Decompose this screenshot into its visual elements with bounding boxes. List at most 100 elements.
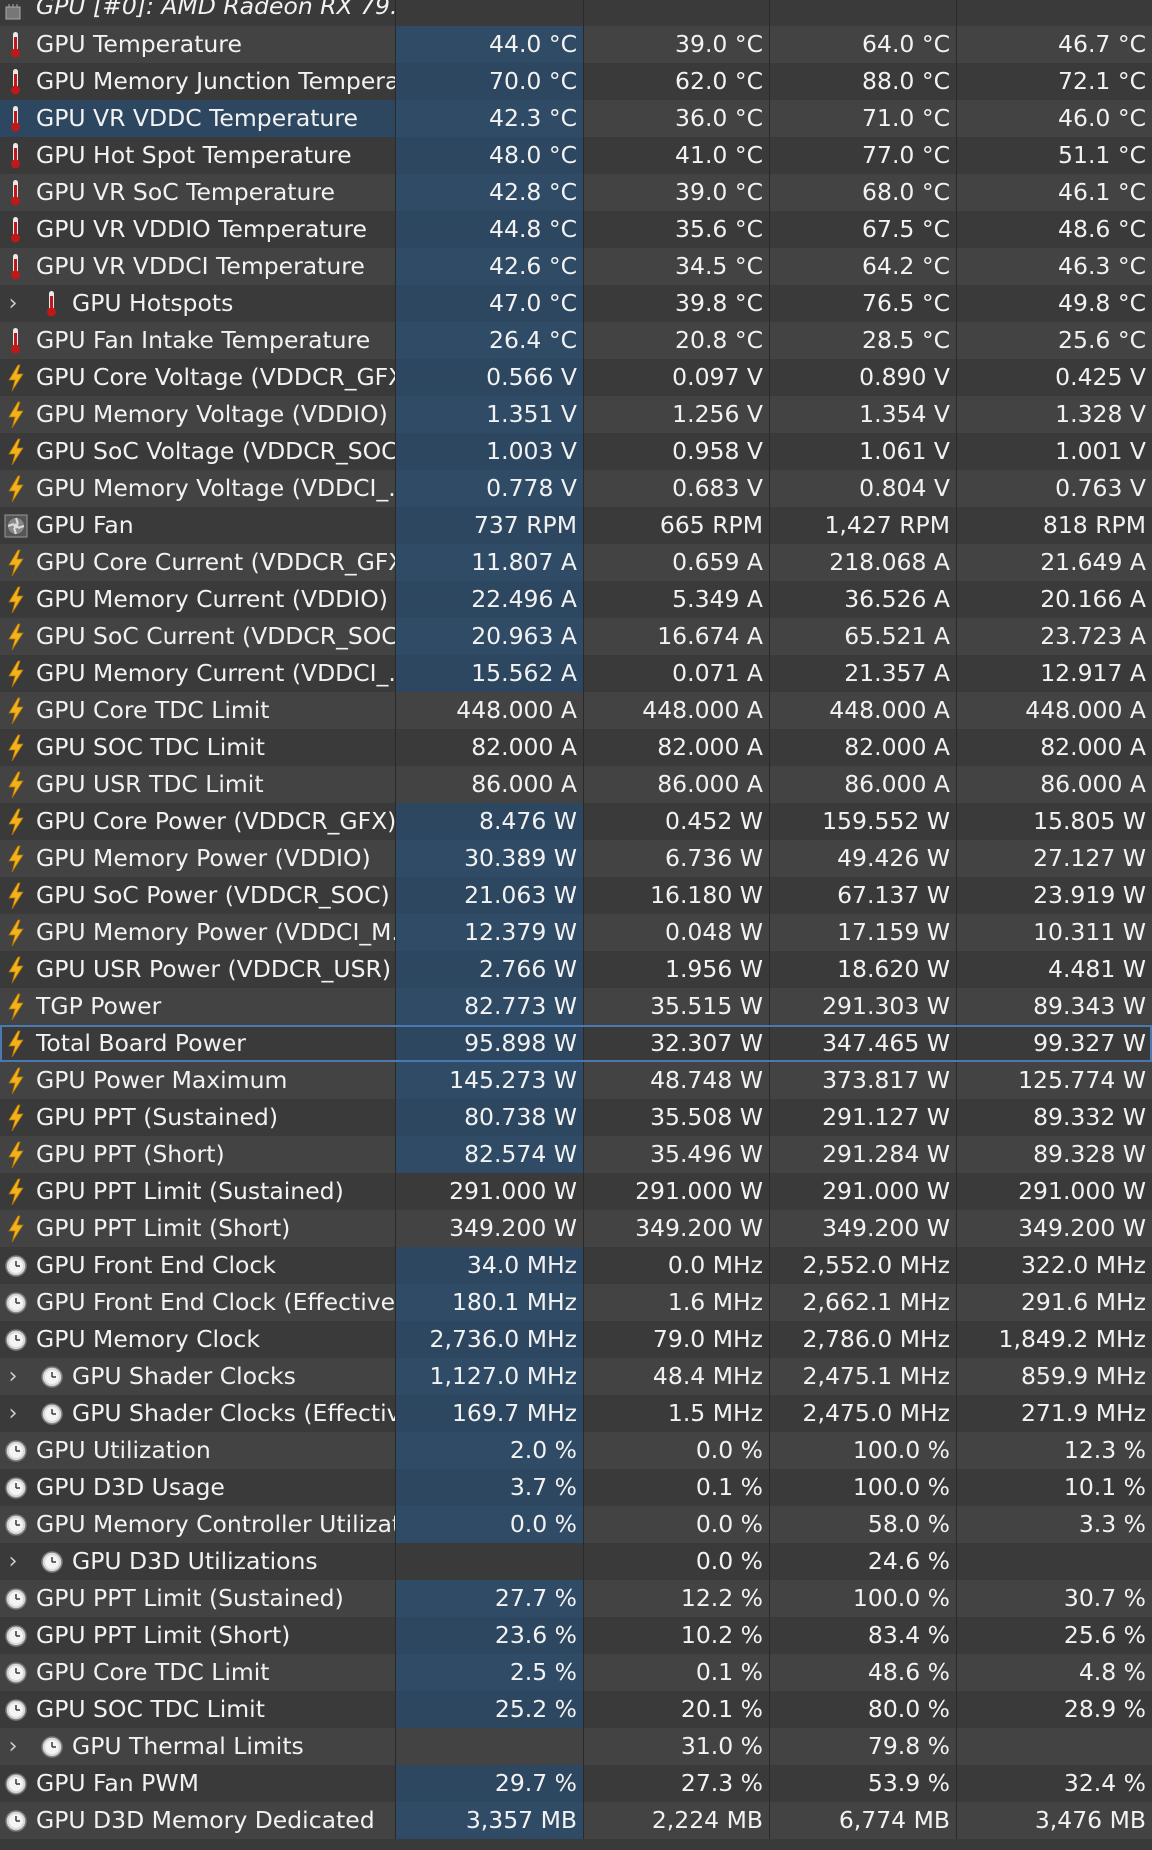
sensor-row-gpu-shader-clocks-effective[interactable]: › GPU Shader Clocks (Effective) 169.7 MHz 1…	[0, 1395, 1152, 1432]
lightning-icon	[4, 1062, 28, 1099]
current-value: 1,127.0 MHz	[395, 1358, 583, 1395]
sensor-name-cell: GPU Front End Clock (Effective)	[0, 1284, 395, 1321]
sensor-row-gpu-fan[interactable]: GPU Fan 737 RPM 665 RPM 1,427 RPM 818 RPM	[0, 507, 1152, 544]
average-value: 89.343 W	[956, 988, 1152, 1025]
group-header-row[interactable]: GPU [#0]: AMD Radeon RX 79...	[0, 0, 1152, 26]
sensor-row-gpu-ppt-limit-short[interactable]: GPU PPT Limit (Short) 23.6 % 10.2 % 83.4 % 2…	[0, 1617, 1152, 1654]
expand-chevron-icon[interactable]: ›	[2, 285, 24, 322]
minimum-value: 31.0 %	[583, 1728, 769, 1765]
current-value: 47.0 °C	[395, 285, 583, 322]
sensor-row-gpu-ppt-short[interactable]: GPU PPT (Short) 82.574 W 35.496 W 291.284 W…	[0, 1136, 1152, 1173]
sensor-name-cell: GPU Core TDC Limit	[0, 1654, 395, 1691]
sensor-row-gpu-memory-controller-utilizati[interactable]: GPU Memory Controller Utilizati... 0.0 % 0…	[0, 1506, 1152, 1543]
sensor-row-gpu-ppt-sustained[interactable]: GPU PPT (Sustained) 80.738 W 35.508 W 291.1…	[0, 1099, 1152, 1136]
sensor-row-gpu-ppt-limit-sustained[interactable]: GPU PPT Limit (Sustained) 27.7 % 12.2 % 100…	[0, 1580, 1152, 1617]
minimum-value: 0.0 %	[583, 1543, 769, 1580]
sensor-row-gpu-ppt-limit-sustained[interactable]: GPU PPT Limit (Sustained) 291.000 W 291.00…	[0, 1173, 1152, 1210]
average-value: 48.6 °C	[956, 211, 1152, 248]
sensor-label: GPU Memory Controller Utilizati...	[36, 1510, 395, 1538]
sensor-name-cell: GPU Fan	[0, 507, 395, 544]
clock-icon	[4, 1580, 28, 1617]
maximum-value: 159.552 W	[769, 803, 956, 840]
sensor-row-gpu-memory-current-vddci[interactable]: GPU Memory Current (VDDCI_... 15.562 A 0.0…	[0, 655, 1152, 692]
current-value: 30.389 W	[395, 840, 583, 877]
maximum-value: 6,774 MB	[769, 1802, 956, 1839]
current-value: 27.7 %	[395, 1580, 583, 1617]
sensor-row-gpu-soc-tdc-limit[interactable]: GPU SOC TDC Limit 82.000 A 82.000 A 82.000 …	[0, 729, 1152, 766]
sensor-name-cell: GPU Front End Clock	[0, 1247, 395, 1284]
sensor-row-gpu-power-maximum[interactable]: GPU Power Maximum 145.273 W 48.748 W 373.81…	[0, 1062, 1152, 1099]
average-value: 25.6 %	[956, 1617, 1152, 1654]
sensor-row-gpu-core-voltage-vddcr-gfx[interactable]: GPU Core Voltage (VDDCR_GFX) 0.566 V 0.097…	[0, 359, 1152, 396]
minimum-value: 27.3 %	[583, 1765, 769, 1802]
minimum-value: 0.0 %	[583, 1506, 769, 1543]
sensor-row-gpu-core-tdc-limit[interactable]: GPU Core TDC Limit 448.000 A 448.000 A 448.…	[0, 692, 1152, 729]
sensor-row-gpu-core-power-vddcr-gfx[interactable]: GPU Core Power (VDDCR_GFX) 8.476 W 0.452 W…	[0, 803, 1152, 840]
expand-chevron-icon[interactable]: ›	[2, 1728, 24, 1765]
sensor-row-gpu-front-end-clock-effective[interactable]: GPU Front End Clock (Effective) 180.1 MHz…	[0, 1284, 1152, 1321]
expand-chevron-icon[interactable]: ›	[2, 1543, 24, 1580]
thermometer-icon	[4, 174, 28, 211]
sensor-row-gpu-hot-spot-temperature[interactable]: GPU Hot Spot Temperature 48.0 °C 41.0 °C 77…	[0, 137, 1152, 174]
minimum-value: 665 RPM	[583, 507, 769, 544]
sensor-row-gpu-core-current-vddcr-gfx[interactable]: GPU Core Current (VDDCR_GFX) 11.807 A 0.65…	[0, 544, 1152, 581]
sensor-row-gpu-memory-voltage-vddio[interactable]: GPU Memory Voltage (VDDIO) 1.351 V 1.256 V…	[0, 396, 1152, 433]
sensor-row-gpu-memory-voltage-vddci[interactable]: GPU Memory Voltage (VDDCI_... 0.778 V 0.68…	[0, 470, 1152, 507]
sensor-row-gpu-temperature[interactable]: GPU Temperature 44.0 °C 39.0 °C 64.0 °C 46.7…	[0, 26, 1152, 63]
sensor-row-gpu-usr-power-vddcr-usr[interactable]: GPU USR Power (VDDCR_USR) 2.766 W 1.956 W1…	[0, 951, 1152, 988]
sensor-row-total-board-power[interactable]: Total Board Power 95.898 W 32.307 W 347.465…	[0, 1025, 1152, 1062]
maximum-value: 100.0 %	[769, 1432, 956, 1469]
sensor-name-cell: Total Board Power	[0, 1025, 395, 1062]
sensor-row-gpu-vr-soc-temperature[interactable]: GPU VR SoC Temperature 42.8 °C 39.0 °C 68.0…	[0, 174, 1152, 211]
maximum-value: 53.9 %	[769, 1765, 956, 1802]
average-value: 291.000 W	[956, 1173, 1152, 1210]
sensor-row-gpu-ppt-limit-short[interactable]: GPU PPT Limit (Short) 349.200 W 349.200 W3…	[0, 1210, 1152, 1247]
sensor-label: GPU Memory Current (VDDIO)	[36, 585, 388, 613]
sensor-row-gpu-soc-power-vddcr-soc[interactable]: GPU SoC Power (VDDCR_SOC) 21.063 W 16.180 …	[0, 877, 1152, 914]
sensor-row-gpu-usr-tdc-limit[interactable]: GPU USR TDC Limit 86.000 A 86.000 A 86.000 …	[0, 766, 1152, 803]
sensor-row-gpu-soc-voltage-vddcr-soc[interactable]: GPU SoC Voltage (VDDCR_SOC) 1.003 V 0.958 …	[0, 433, 1152, 470]
sensor-row-gpu-shader-clocks[interactable]: › GPU Shader Clocks 1,127.0 MHz 48.4 MHz 2,4…	[0, 1358, 1152, 1395]
sensor-row-gpu-memory-clock[interactable]: GPU Memory Clock 2,736.0 MHz 79.0 MHz 2,786…	[0, 1321, 1152, 1358]
clock-icon	[4, 1506, 28, 1543]
sensor-row-gpu-thermal-limits[interactable]: › GPU Thermal Limits 31.0 % 79.8 %	[0, 1728, 1152, 1765]
sensor-row-gpu-d3d-memory-dedicated[interactable]: GPU D3D Memory Dedicated 3,357 MB 2,224 MB…	[0, 1802, 1152, 1839]
minimum-value: 16.674 A	[583, 618, 769, 655]
sensor-name-cell: TGP Power	[0, 988, 395, 1025]
sensor-row-gpu-d3d-utilizations[interactable]: › GPU D3D Utilizations 0.0 % 24.6 %	[0, 1543, 1152, 1580]
average-value: 51.1 °C	[956, 137, 1152, 174]
lightning-icon	[4, 618, 28, 655]
current-value: 29.7 %	[395, 1765, 583, 1802]
current-value: 42.3 °C	[395, 100, 583, 137]
lightning-icon	[4, 1099, 28, 1136]
sensor-row-gpu-memory-current-vddio[interactable]: GPU Memory Current (VDDIO) 22.496 A 5.349 …	[0, 581, 1152, 618]
sensor-row-gpu-fan-intake-temperature[interactable]: GPU Fan Intake Temperature 26.4 °C 20.8 °C…	[0, 322, 1152, 359]
average-value: 46.1 °C	[956, 174, 1152, 211]
sensor-row-gpu-front-end-clock[interactable]: GPU Front End Clock 34.0 MHz 0.0 MHz 2,552.…	[0, 1247, 1152, 1284]
average-value: 1.001 V	[956, 433, 1152, 470]
sensor-row-gpu-soc-tdc-limit[interactable]: GPU SOC TDC Limit 25.2 % 20.1 % 80.0 % 28.9 …	[0, 1691, 1152, 1728]
average-value: 291.6 MHz	[956, 1284, 1152, 1321]
sensor-row-gpu-vr-vddc-temperature[interactable]: GPU VR VDDC Temperature 42.3 °C 36.0 °C 71.…	[0, 100, 1152, 137]
minimum-value: 20.8 °C	[583, 322, 769, 359]
current-value: 2.5 %	[395, 1654, 583, 1691]
expand-chevron-icon[interactable]: ›	[2, 1395, 24, 1432]
expand-chevron-icon[interactable]: ›	[2, 1358, 24, 1395]
sensor-row-gpu-hotspots[interactable]: › GPU Hotspots 47.0 °C 39.8 °C 76.5 °C 49.8 °…	[0, 285, 1152, 322]
thermometer-icon	[4, 322, 28, 359]
maximum-value: 88.0 °C	[769, 63, 956, 100]
sensor-row-gpu-fan-pwm[interactable]: GPU Fan PWM 29.7 % 27.3 % 53.9 % 32.4 %	[0, 1765, 1152, 1802]
sensor-name-cell: GPU Memory Junction Tempera...	[0, 63, 395, 100]
sensor-row-gpu-soc-current-vddcr-soc[interactable]: GPU SoC Current (VDDCR_SOC) 20.963 A 16.67…	[0, 618, 1152, 655]
sensor-row-gpu-vr-vddci-temperature[interactable]: GPU VR VDDCI Temperature 42.6 °C 34.5 °C 64…	[0, 248, 1152, 285]
sensor-row-tgp-power[interactable]: TGP Power 82.773 W 35.515 W 291.303 W 89.343…	[0, 988, 1152, 1025]
average-value: 1,849.2 MHz	[956, 1321, 1152, 1358]
sensor-row-gpu-vr-vddio-temperature[interactable]: GPU VR VDDIO Temperature 44.8 °C 35.6 °C 67…	[0, 211, 1152, 248]
sensor-row-gpu-memory-power-vddio[interactable]: GPU Memory Power (VDDIO) 30.389 W 6.736 W4…	[0, 840, 1152, 877]
sensor-row-gpu-core-tdc-limit[interactable]: GPU Core TDC Limit 2.5 % 0.1 % 48.6 % 4.8 %	[0, 1654, 1152, 1691]
sensor-row-gpu-memory-power-vddci-m[interactable]: GPU Memory Power (VDDCI_M... 12.379 W 0.04…	[0, 914, 1152, 951]
sensor-row-gpu-utilization[interactable]: GPU Utilization 2.0 % 0.0 % 100.0 % 12.3 %	[0, 1432, 1152, 1469]
sensor-row-gpu-d3d-usage[interactable]: GPU D3D Usage 3.7 % 0.1 % 100.0 % 10.1 %	[0, 1469, 1152, 1506]
sensor-row-gpu-memory-junction-tempera[interactable]: GPU Memory Junction Tempera... 70.0 °C 62.…	[0, 63, 1152, 100]
sensor-label: GPU D3D Memory Dedicated	[36, 1806, 375, 1834]
